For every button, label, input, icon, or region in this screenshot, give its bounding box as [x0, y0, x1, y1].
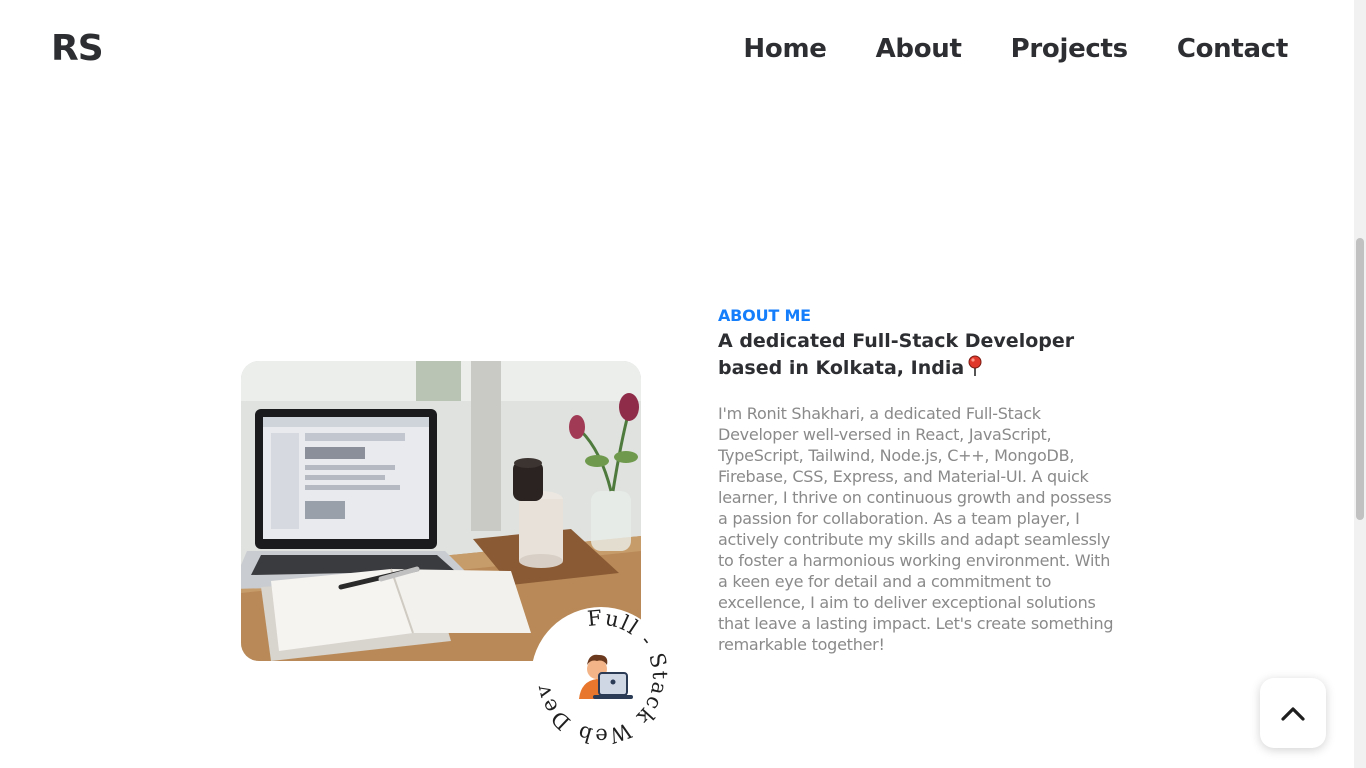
- nav-contact-link[interactable]: Contact: [1177, 34, 1288, 64]
- scrollbar-thumb[interactable]: [1356, 238, 1364, 520]
- nav-home-link[interactable]: Home: [743, 34, 826, 64]
- nav-projects-link[interactable]: Projects: [1011, 34, 1129, 64]
- nav-about-link[interactable]: About: [876, 34, 962, 64]
- main-nav: Home About Projects Contact: [743, 34, 1288, 64]
- headline-text: A dedicated Full-Stack Developer based i…: [718, 330, 1075, 379]
- developer-badge: Full - Stack Web Developer: [524, 588, 671, 748]
- scrollbar-track[interactable]: [1354, 0, 1366, 768]
- section-eyebrow: ABOUT ME: [718, 306, 811, 325]
- page: RS Home About Projects Contact Full - St…: [0, 0, 1366, 768]
- logo[interactable]: RS: [51, 28, 104, 69]
- about-bio: I'm Ronit Shakhari, a dedicated Full-Sta…: [718, 404, 1114, 654]
- developer-at-laptop-icon: [579, 654, 633, 699]
- chevron-up-icon: [1281, 707, 1305, 721]
- back-to-top-button[interactable]: [1260, 678, 1326, 748]
- about-headline: A dedicated Full-Stack Developer based i…: [718, 328, 1118, 385]
- round-pushpin-icon: [968, 355, 982, 385]
